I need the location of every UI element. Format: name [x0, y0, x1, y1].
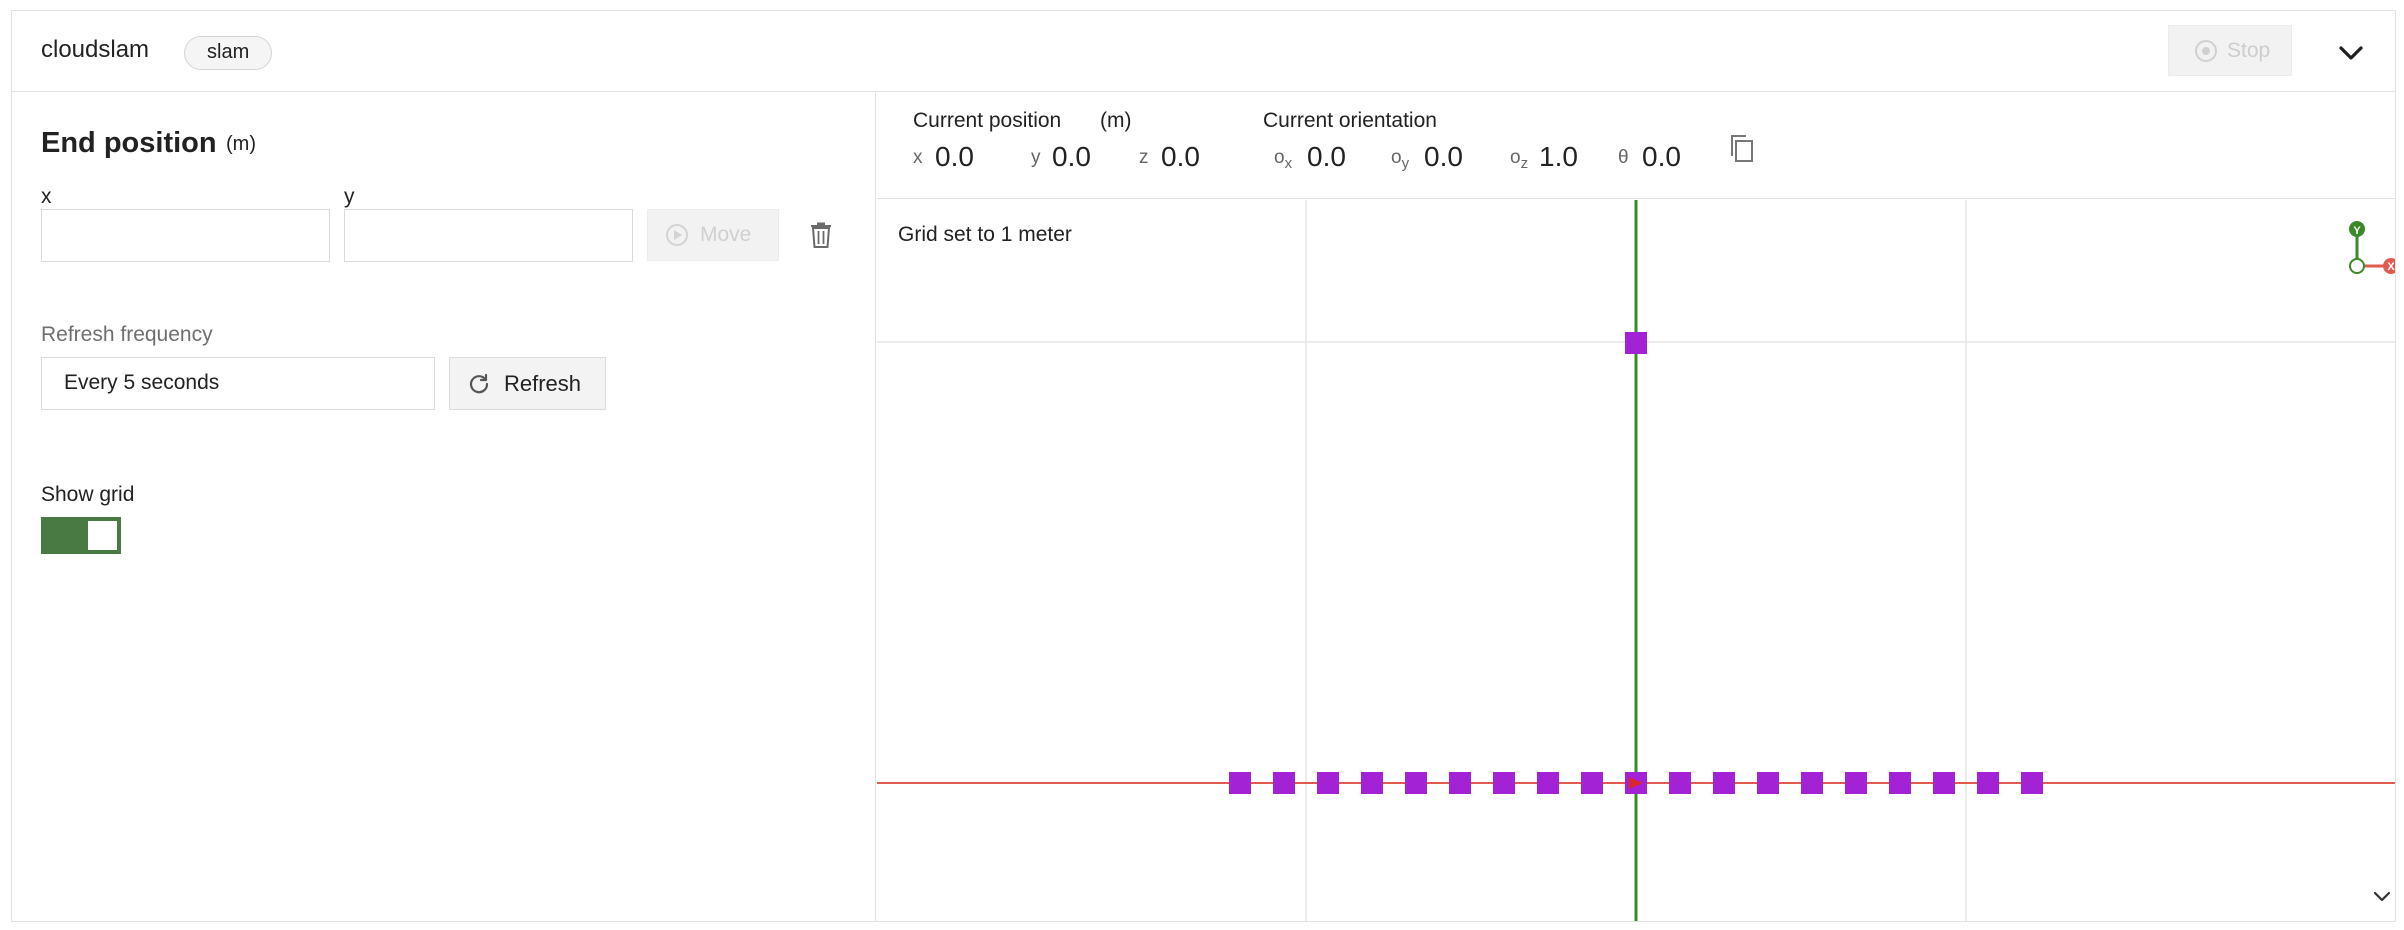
pos-z-value: 0.0: [1161, 141, 1200, 172]
card-header: cloudslam slam Stop: [12, 11, 2395, 92]
compass-y-label: Y: [2353, 225, 2361, 237]
controls-panel: End position (m) x y Move Refresh freque…: [12, 93, 876, 921]
map-point: [1581, 772, 1603, 794]
end-x-input[interactable]: [41, 209, 330, 262]
map-point: [1977, 772, 1999, 794]
map-point: [1449, 772, 1471, 794]
map-point: [1625, 332, 1647, 354]
component-title: cloudslam: [41, 36, 150, 63]
map-point: [1493, 772, 1515, 794]
ox-value: 0.0: [1307, 141, 1346, 172]
pos-x-label: x: [913, 147, 923, 168]
chevron-down-icon[interactable]: [2333, 35, 2369, 71]
map-point: [1845, 772, 1867, 794]
move-button-label: Move: [700, 223, 752, 246]
oy-label: oy: [1391, 147, 1410, 172]
x-label: x: [41, 185, 52, 208]
current-orientation-title: Current orientation: [1263, 109, 1437, 132]
compass-x-label: X: [2387, 261, 2395, 273]
grid-scale-note: Grid set to 1 meter: [898, 223, 1072, 246]
component-type-badge: slam: [184, 36, 273, 70]
pos-y-label: y: [1031, 147, 1041, 168]
theta-value: 0.0: [1642, 141, 1681, 172]
stop-button[interactable]: Stop: [2168, 25, 2292, 76]
map-point: [2021, 772, 2043, 794]
map-point: [1229, 772, 1251, 794]
move-button[interactable]: Move: [647, 209, 779, 261]
end-y-input[interactable]: [344, 209, 633, 262]
end-position-heading: End position: [41, 127, 217, 159]
refresh-button-label: Refresh: [504, 370, 582, 396]
map-canvas[interactable]: Y X: [877, 200, 2395, 921]
map-point: [1801, 772, 1823, 794]
map-point: [1405, 772, 1427, 794]
map-point: [1537, 772, 1559, 794]
map-point: [1713, 772, 1735, 794]
refresh-icon: [469, 373, 489, 393]
map-panel: Current position (m) x 0.0 y 0.0 z 0.0 C…: [877, 93, 2395, 921]
stop-circle-icon: [2195, 39, 2217, 62]
pos-x-value: 0.0: [935, 141, 974, 172]
refresh-button[interactable]: Refresh: [449, 357, 606, 410]
map-point: [1361, 772, 1383, 794]
toggle-knob: [88, 521, 117, 550]
theta-label: θ: [1618, 147, 1629, 168]
pose-readout: Current position (m) x 0.0 y 0.0 z 0.0 C…: [877, 93, 2395, 199]
refresh-frequency-label: Refresh frequency: [41, 323, 213, 346]
slam-card: cloudslam slam Stop End position (m) x y…: [11, 10, 2396, 922]
map-expand-chevron-icon: [2373, 891, 2391, 902]
map-point: [1889, 772, 1911, 794]
show-grid-toggle[interactable]: [41, 517, 121, 554]
y-label: y: [344, 185, 355, 208]
map-point: [1273, 772, 1295, 794]
oz-value: 1.0: [1539, 141, 1578, 172]
map-point: [1317, 772, 1339, 794]
stop-button-label: Stop: [2227, 38, 2271, 62]
pos-y-value: 0.0: [1052, 141, 1091, 172]
axes-compass-icon: Y X: [2349, 221, 2395, 274]
show-grid-label: Show grid: [41, 483, 135, 506]
map-point: [1933, 772, 1955, 794]
slam-map[interactable]: Y X Grid set to 1 meter: [877, 200, 2395, 921]
map-point: [1757, 772, 1779, 794]
refresh-frequency-select[interactable]: Every 5 seconds: [41, 357, 435, 410]
current-position-title: Current position: [913, 109, 1062, 132]
oz-label: oz: [1510, 147, 1529, 172]
oy-value: 0.0: [1424, 141, 1463, 172]
current-position-unit: (m): [1100, 109, 1132, 132]
trash-icon[interactable]: [809, 222, 833, 248]
end-position-unit: (m): [226, 133, 256, 155]
copy-icon[interactable]: [1728, 133, 1756, 165]
pos-z-label: z: [1139, 147, 1149, 168]
play-circle-icon: [666, 224, 688, 246]
ox-label: ox: [1274, 147, 1293, 172]
map-point: [1669, 772, 1691, 794]
